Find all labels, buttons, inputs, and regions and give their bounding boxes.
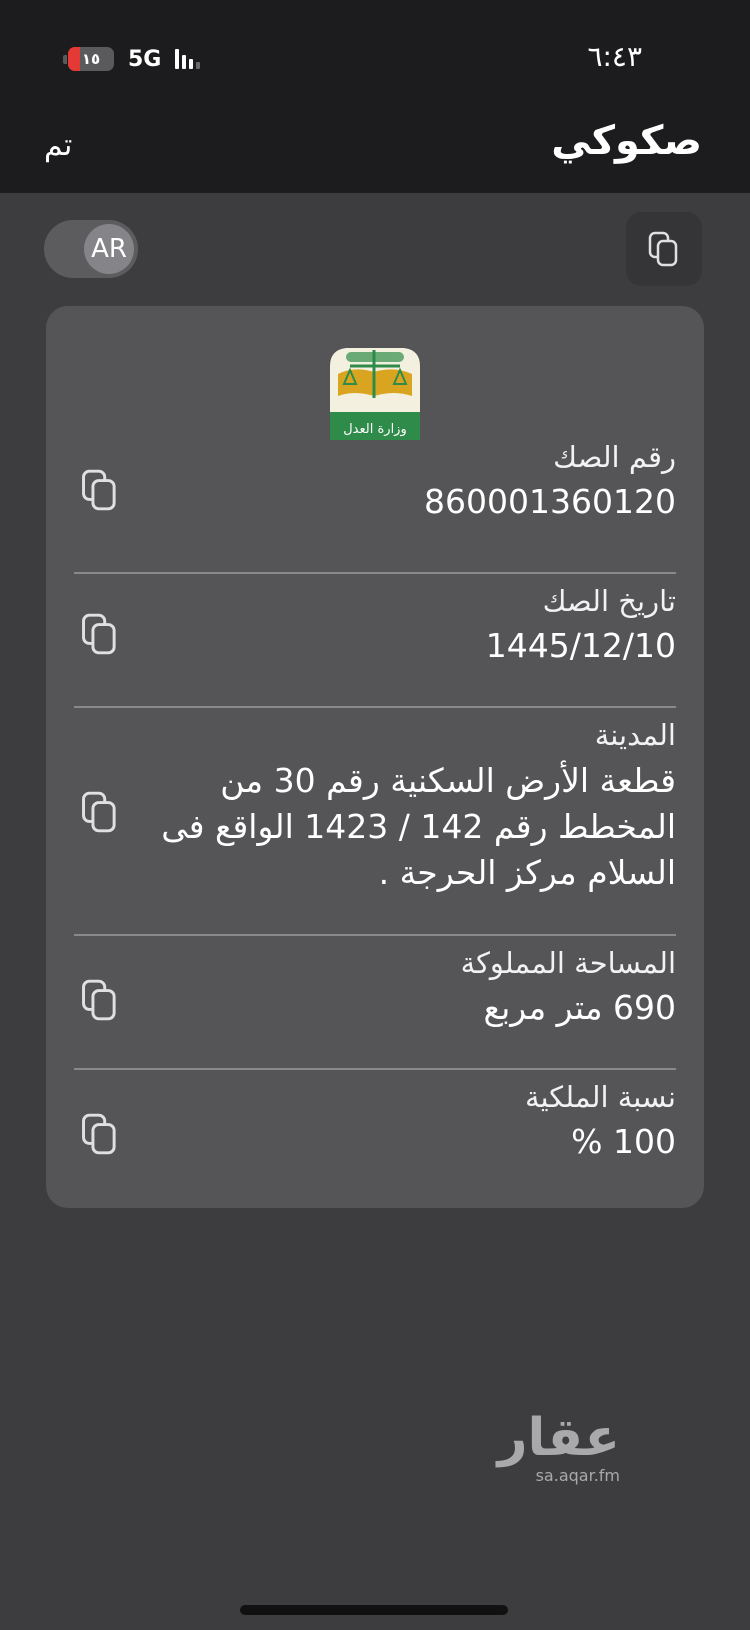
field-value: 690 متر مربع (483, 988, 676, 1027)
divider (74, 706, 676, 708)
field-value: 1445/12/10 (485, 626, 676, 665)
divider (74, 572, 676, 574)
copy-all-button[interactable] (626, 212, 702, 286)
copy-icon[interactable] (80, 1112, 120, 1156)
status-indicators: ١٥ 5G (63, 44, 201, 74)
field-label: المساحة المملوكة (460, 946, 676, 980)
done-button[interactable]: تم (44, 128, 72, 163)
battery-level: ١٥ (81, 50, 101, 68)
deed-card: وزارة العدل رقم الصك 860001360120 تاريخ … (46, 306, 704, 1208)
home-indicator[interactable] (240, 1605, 508, 1615)
logo-text: وزارة العدل (343, 422, 407, 437)
owned-area-field: المساحة المملوكة 690 متر مربع (74, 946, 676, 1036)
field-label: تاريخ الصك (542, 584, 676, 618)
divider (74, 934, 676, 936)
field-label: رقم الصك (553, 440, 676, 474)
city-field: المدينة قطعة الأرض السكنية رقم 30 من الم… (74, 718, 676, 898)
status-time: ٦:٤٣ (587, 40, 642, 73)
signal-icon (175, 49, 201, 69)
language-toggle[interactable]: AR (44, 220, 138, 278)
copy-icon[interactable] (80, 790, 120, 834)
ownership-ratio-field: نسبة الملكية 100 % (74, 1080, 676, 1170)
deed-number-field: رقم الصك 860001360120 (74, 440, 676, 530)
top-bar: ١٥ 5G ٦:٤٣ صكوكي تم (0, 0, 750, 193)
field-value: 860001360120 (424, 482, 676, 521)
field-label: المدينة (594, 718, 676, 752)
language-toggle-knob: AR (84, 224, 134, 274)
divider (74, 1068, 676, 1070)
copy-icon (648, 231, 678, 267)
watermark-url: sa.aqar.fm (535, 1466, 620, 1485)
field-value: قطعة الأرض السكنية رقم 30 من المخطط رقم … (161, 761, 676, 892)
ministry-of-justice-logo: وزارة العدل (330, 348, 420, 440)
watermark-brand: عقار (497, 1408, 620, 1468)
battery-icon: ١٥ (63, 47, 114, 71)
deed-date-field: تاريخ الصك 1445/12/10 (74, 584, 676, 674)
field-label: نسبة الملكية (524, 1080, 676, 1114)
copy-icon[interactable] (80, 978, 120, 1022)
watermark: عقار sa.aqar.fm (497, 1408, 620, 1485)
field-value: 100 % (571, 1122, 676, 1161)
page-title: صكوكي (551, 118, 702, 164)
copy-icon[interactable] (80, 468, 120, 512)
copy-icon[interactable] (80, 612, 120, 656)
network-type: 5G (128, 46, 162, 72)
